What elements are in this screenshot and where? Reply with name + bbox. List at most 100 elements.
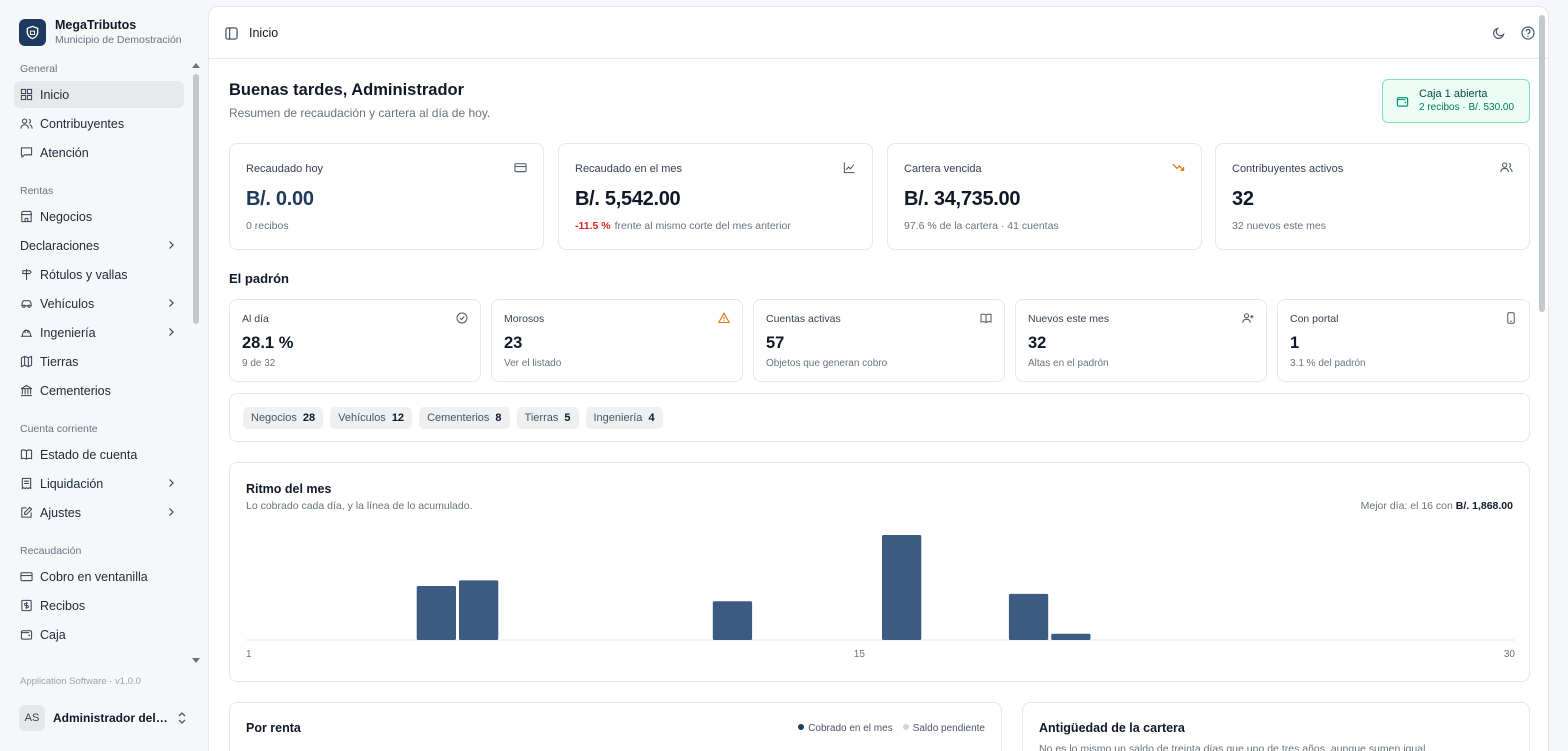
ritmo-title: Ritmo del mes <box>246 482 332 496</box>
user-menu[interactable]: AS Administrador del sistema <box>19 704 191 732</box>
nav-group-label: Recaudación <box>20 545 82 557</box>
sidebar-item-vehiculos[interactable]: Vehículos <box>14 290 184 317</box>
sidebar-item-inicio[interactable]: Inicio <box>14 81 184 108</box>
greeting-title: Buenas tardes, Administrador <box>229 81 465 99</box>
scroll-down-icon[interactable] <box>192 658 200 664</box>
sidebar-item-negocios[interactable]: Negocios <box>14 203 184 230</box>
padron-card-cuentas-activas[interactable]: Cuentas activas 57 Objetos que generan c… <box>753 299 1005 382</box>
chip-vehiculos[interactable]: Vehículos 12 <box>330 407 413 429</box>
bar-day-19[interactable] <box>1008 593 1049 640</box>
legend-label: Cobrado en el mes <box>808 723 893 734</box>
chip-label: Tierras <box>524 412 559 424</box>
legend-item-cobrado: Cobrado en el mes <box>798 723 893 734</box>
caja-status[interactable]: Caja 1 abierta 2 recibos · B/. 530.00 <box>1382 79 1530 123</box>
kpi-value: B/. 34,735.00 <box>904 188 1021 210</box>
help-icon[interactable] <box>1521 26 1535 40</box>
sidebar-item-label: Liquidación <box>40 476 104 491</box>
nav-group-label: General <box>20 63 58 75</box>
kpi-contribuyentes-activos[interactable]: Contribuyentes activos 32 32 nuevos este… <box>1215 143 1530 250</box>
app-version: Application Software · v1.0.0 <box>20 676 141 687</box>
moon-icon[interactable] <box>1492 26 1506 40</box>
padron-label: Cuentas activas <box>766 313 841 325</box>
padron-title: El padrón <box>229 271 289 286</box>
padron-card-con-portal[interactable]: Con portal 1 3.1 % del padrón <box>1277 299 1530 382</box>
sidebar-item-atencion[interactable]: Atención <box>14 139 184 166</box>
kpi-delta: -11.5 % <box>575 220 611 232</box>
sidebar-item-contribuyentes[interactable]: Contribuyentes <box>14 110 184 137</box>
sidebar-item-label: Declaraciones <box>20 238 100 253</box>
sidebar-item-tierras[interactable]: Tierras <box>14 348 184 375</box>
padron-card-nuevos[interactable]: Nuevos este mes 32 Altas en el padrón <box>1015 299 1267 382</box>
sidebar-item-rotulos-y-vallas[interactable]: Rótulos y vallas <box>14 261 184 288</box>
sidebar-item-ingenieria[interactable]: Ingeniería <box>14 319 184 346</box>
greeting-subtitle: Resumen de recaudación y cartera al día … <box>229 106 491 120</box>
page-scroll-thumb[interactable] <box>1539 15 1545 312</box>
scroll-up-icon[interactable] <box>192 62 200 68</box>
legend-dot <box>798 724 805 730</box>
por-renta-title: Por renta <box>246 721 301 735</box>
kpi-value: 32 <box>1232 188 1254 210</box>
chip-negocios[interactable]: Negocios 28 <box>243 407 324 429</box>
sidebar-item-label: Recibos <box>40 598 86 613</box>
trending-down-icon <box>1172 163 1185 171</box>
bar-day-12[interactable] <box>712 601 753 640</box>
kpi-label: Contribuyentes activos <box>1232 163 1344 175</box>
sidebar-item-estado-de-cuenta[interactable]: Estado de cuenta <box>14 441 184 468</box>
kpi-label: Recaudado hoy <box>246 163 324 175</box>
chip-ingenieria[interactable]: Ingeniería 4 <box>585 407 663 429</box>
padron-label: Morosos <box>504 313 545 325</box>
kpi-recaudado-hoy[interactable]: Recaudado hoy B/. 0.00 0 recibos <box>229 143 544 250</box>
bar-day-20[interactable] <box>1051 633 1091 640</box>
users-icon <box>20 118 33 129</box>
sidebar-item-declaraciones[interactable]: Declaraciones <box>14 232 184 259</box>
bar-day-16[interactable] <box>882 535 922 640</box>
chip-label: Cementerios <box>427 412 490 424</box>
chip-cementerios[interactable]: Cementerios 8 <box>419 407 510 429</box>
padron-value: 23 <box>504 334 523 352</box>
sidebar-scrollbar[interactable] <box>191 60 201 665</box>
brand-subtitle: Municipio de Demostración <box>55 34 182 46</box>
sidebar-item-ajustes[interactable]: Ajustes <box>14 499 184 526</box>
padron-card-morosos[interactable]: Morosos 23 Ver el listado <box>491 299 743 382</box>
por-renta-card: Por renta Cobrado en el mes Saldo pendie… <box>229 702 1002 751</box>
x-tick-label: 1 <box>246 649 252 660</box>
kpi-value: B/. 0.00 <box>246 188 314 210</box>
sidebar-item-caja[interactable]: Caja <box>14 621 184 648</box>
kpi-sub: 32 nuevos este mes <box>1232 220 1326 232</box>
x-tick-label: 30 <box>1504 649 1516 660</box>
credit-card-icon <box>20 572 33 582</box>
brand[interactable]: MegaTributos Municipio de Demostración <box>19 18 182 47</box>
best-day-value: B/. 1,868.00 <box>1455 500 1513 512</box>
card-icon <box>514 163 527 173</box>
padron-card-al-dia[interactable]: Al día 28.1 % 9 de 32 <box>229 299 481 382</box>
chip-count: 12 <box>391 412 405 424</box>
breadcrumb[interactable]: Inicio <box>249 26 278 40</box>
legend-label: Saldo pendiente <box>912 723 985 734</box>
car-icon <box>21 300 32 308</box>
kpi-cartera-vencida[interactable]: Cartera vencida B/. 34,735.00 97.6 % de … <box>887 143 1202 250</box>
kpi-recaudado-mes[interactable]: Recaudado en el mes B/. 5,542.00 -11.5 %… <box>558 143 873 250</box>
bar-day-5[interactable] <box>416 586 456 640</box>
chip-tierras[interactable]: Tierras 5 <box>516 407 579 429</box>
chip-list: Negocios 28 Vehículos 12 Cementerios 8 Tierras… <box>243 407 663 429</box>
sidebar-item-cobro-en-ventanilla[interactable]: Cobro en ventanilla <box>14 563 184 590</box>
bar-day-6[interactable] <box>459 580 499 640</box>
padron-sub: 9 de 32 <box>242 358 276 369</box>
padron-sub: 3.1 % del padrón <box>1290 358 1366 369</box>
app: MegaTributos Municipio de Demostración G… <box>0 0 1568 751</box>
sidebar-toggle-icon[interactable] <box>225 27 238 40</box>
sidebar-scroll-thumb[interactable] <box>193 74 199 324</box>
page-scrollbar[interactable] <box>1536 15 1548 315</box>
sidebar-item-label: Negocios <box>40 209 93 224</box>
sidebar-item-liquidacion[interactable]: Liquidación <box>14 470 184 497</box>
best-day-prefix: Mejor día: el 16 con <box>1360 500 1453 512</box>
main-panel: Inicio Buenas tardes, Administrador Resu… <box>208 6 1549 751</box>
sidebar-item-cementerios[interactable]: Cementerios <box>14 377 184 404</box>
x-tick-label: 15 <box>854 649 866 660</box>
sidebar-item-label: Cobro en ventanilla <box>40 569 148 584</box>
kpi-sub: 0 recibos <box>246 220 289 232</box>
legend-dot <box>902 724 909 730</box>
chevron-right-icon <box>169 328 174 336</box>
sidebar-item-recibos[interactable]: Recibos <box>14 592 184 619</box>
sidebar-item-label: Rótulos y vallas <box>40 267 128 282</box>
